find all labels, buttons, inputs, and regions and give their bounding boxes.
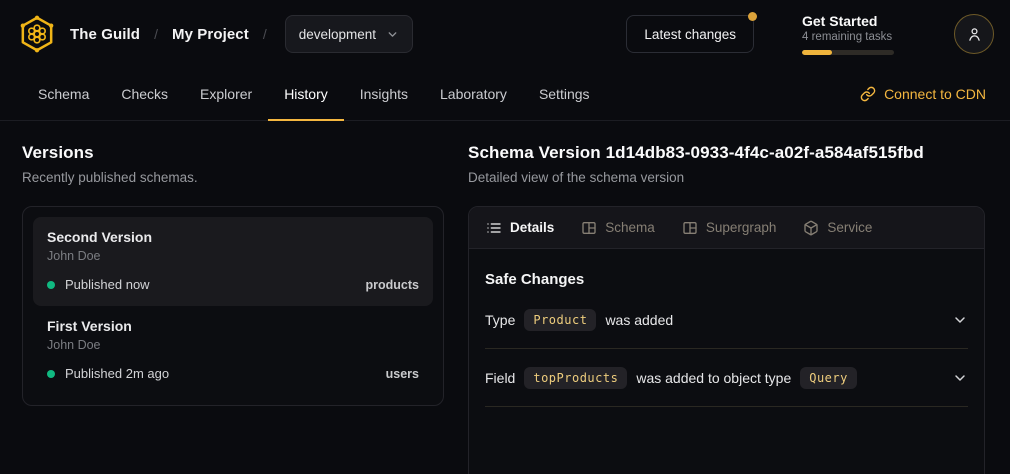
breadcrumb: The Guild / My Project / development	[70, 15, 413, 53]
change-row[interactable]: Field topProducts was added to object ty…	[485, 349, 968, 407]
chevron-down-icon[interactable]	[952, 312, 968, 328]
columns-icon	[682, 220, 698, 236]
change-row[interactable]: Type Product was added	[485, 291, 968, 349]
detail-tab-label: Details	[510, 220, 554, 235]
schema-version-subtitle: Detailed view of the schema version	[468, 170, 985, 185]
get-started-progressbar	[802, 50, 894, 55]
list-icon	[486, 220, 502, 236]
version-name: First Version	[47, 318, 419, 334]
published-status-icon	[47, 370, 55, 378]
version-author: John Doe	[47, 338, 419, 352]
target-selector-dropdown[interactable]: development	[285, 15, 413, 53]
versions-list: Second Version John Doe Published now pr…	[22, 206, 444, 406]
latest-changes-label: Latest changes	[644, 27, 736, 42]
detail-tab-label: Service	[827, 220, 872, 235]
detail-tabs-bar: Details Schema	[469, 207, 984, 249]
version-name: Second Version	[47, 229, 419, 245]
detail-tab-details[interactable]: Details	[486, 220, 554, 236]
change-text: was added	[605, 312, 673, 328]
version-status: Published 2m ago	[65, 366, 169, 381]
tab-laboratory[interactable]: Laboratory	[424, 68, 523, 120]
detail-tab-schema[interactable]: Schema	[581, 220, 655, 236]
published-status-icon	[47, 281, 55, 289]
detail-tab-service[interactable]: Service	[803, 220, 872, 236]
detail-tab-label: Schema	[605, 220, 655, 235]
columns-icon	[581, 220, 597, 236]
version-service: users	[386, 367, 419, 381]
tab-insights[interactable]: Insights	[344, 68, 424, 120]
connect-to-cdn-link[interactable]: Connect to CDN	[860, 68, 986, 120]
tab-history[interactable]: History	[268, 68, 344, 120]
user-icon	[966, 26, 983, 43]
connect-to-cdn-label: Connect to CDN	[884, 86, 986, 102]
detail-tab-supergraph[interactable]: Supergraph	[682, 220, 777, 236]
version-status: Published now	[65, 277, 150, 292]
tab-explorer[interactable]: Explorer	[184, 68, 268, 120]
change-code-chip: Product	[524, 309, 596, 331]
app-window: The Guild / My Project / development Lat…	[0, 0, 1010, 474]
version-meta-row: Published now products	[47, 277, 419, 292]
notification-dot	[748, 12, 757, 21]
schema-version-title: Schema Version 1d14db83-0933-4f4c-a02f-a…	[468, 143, 985, 163]
user-avatar-button[interactable]	[954, 14, 994, 54]
change-code-chip: topProducts	[524, 367, 627, 389]
version-list-item[interactable]: Second Version John Doe Published now pr…	[33, 217, 433, 306]
safe-changes-heading: Safe Changes	[485, 271, 968, 288]
detail-tab-label: Supergraph	[706, 220, 777, 235]
breadcrumb-separator: /	[154, 26, 158, 42]
top-bar: The Guild / My Project / development Lat…	[0, 0, 1010, 68]
project-nav-tabs: Schema Checks Explorer History Insights …	[0, 68, 1010, 121]
get-started-widget[interactable]: Get Started 4 remaining tasks	[802, 13, 894, 55]
get-started-tasks: 4 remaining tasks	[802, 31, 894, 43]
tab-checks[interactable]: Checks	[105, 68, 184, 120]
version-detail-card: Details Schema	[468, 206, 985, 474]
breadcrumb-separator: /	[263, 26, 267, 42]
change-text: Type	[485, 312, 515, 328]
versions-panel: Versions Recently published schemas. Sec…	[22, 143, 444, 474]
main-content: Versions Recently published schemas. Sec…	[0, 121, 1010, 474]
detail-body: Safe Changes Type Product was added Fiel…	[469, 249, 984, 407]
guild-hive-logo-icon[interactable]	[16, 13, 58, 55]
version-detail-panel: Schema Version 1d14db83-0933-4f4c-a02f-a…	[468, 143, 985, 474]
latest-changes-button[interactable]: Latest changes	[626, 15, 754, 53]
versions-subtitle: Recently published schemas.	[22, 170, 444, 185]
chevron-down-icon	[386, 28, 399, 41]
breadcrumb-org[interactable]: The Guild	[70, 26, 140, 43]
version-list-item[interactable]: First Version John Doe Published 2m ago …	[33, 306, 433, 395]
tab-settings[interactable]: Settings	[523, 68, 606, 120]
change-text: Field	[485, 370, 515, 386]
target-selector-value: development	[299, 27, 376, 42]
breadcrumb-project[interactable]: My Project	[172, 26, 249, 43]
chevron-down-icon[interactable]	[952, 370, 968, 386]
cube-icon	[803, 220, 819, 236]
change-text: was added to object type	[636, 370, 791, 386]
get-started-progress-fill	[802, 50, 832, 55]
version-service: products	[366, 278, 419, 292]
link-chain-icon	[860, 86, 876, 102]
get-started-title: Get Started	[802, 13, 894, 29]
tab-schema[interactable]: Schema	[22, 68, 105, 120]
versions-title: Versions	[22, 143, 444, 163]
change-code-chip: Query	[800, 367, 857, 389]
version-meta-row: Published 2m ago users	[47, 366, 419, 381]
version-author: John Doe	[47, 249, 419, 263]
